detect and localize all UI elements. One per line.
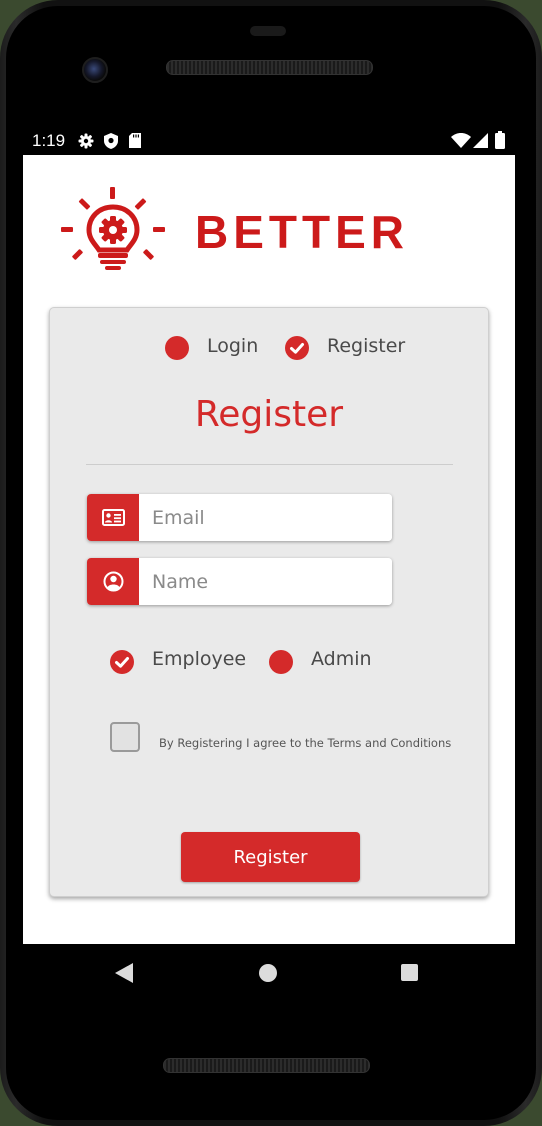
check-icon — [115, 657, 129, 668]
battery-icon — [495, 131, 505, 153]
name-field — [87, 558, 392, 605]
terms-label[interactable]: By Registering I agree to the Terms and … — [159, 736, 451, 750]
login-radio[interactable] — [165, 336, 189, 360]
brand-logo: BETTER — [59, 187, 469, 273]
email-input[interactable] — [139, 494, 392, 541]
title-divider — [86, 464, 453, 465]
bottom-speaker — [163, 1058, 370, 1073]
register-card: Login Register Register Email Name Emplo… — [49, 307, 489, 897]
mode-toggle: Login Register — [50, 334, 488, 364]
top-sensor — [250, 26, 286, 36]
app-screen: BETTER Login Register Register Email Nam… — [23, 155, 515, 944]
wifi-icon — [451, 133, 471, 152]
shield-icon — [104, 133, 118, 153]
sd-card-icon — [129, 133, 141, 152]
name-field-icon-box — [87, 558, 139, 605]
home-icon[interactable] — [259, 964, 277, 982]
recents-icon[interactable] — [401, 964, 418, 981]
status-time: 1:19 — [32, 131, 66, 150]
top-speaker — [166, 60, 373, 75]
role-selector: Employee Admin — [50, 648, 488, 678]
register-radio-label[interactable]: Register — [327, 335, 405, 357]
register-radio[interactable] — [285, 336, 309, 360]
terms-row: By Registering I agree to the Terms and … — [50, 720, 488, 756]
name-input[interactable] — [139, 558, 392, 605]
lightbulb-gear-icon — [61, 187, 165, 270]
email-field — [87, 494, 392, 541]
phone-frame: 1:19 BETTER Login Register Register Emai… — [0, 0, 542, 1126]
register-button[interactable]: Register — [181, 832, 360, 882]
user-icon — [103, 571, 124, 592]
terms-checkbox[interactable] — [110, 722, 140, 752]
login-radio-label[interactable]: Login — [207, 335, 258, 357]
signal-icon — [473, 133, 488, 152]
brand-name: BETTER — [195, 206, 409, 258]
check-icon — [290, 343, 304, 354]
front-camera — [82, 57, 108, 83]
settings-icon — [78, 133, 94, 153]
id-card-icon — [102, 509, 125, 526]
employee-radio[interactable] — [110, 650, 134, 674]
form-title: Register — [194, 394, 344, 435]
admin-radio-label[interactable]: Admin — [311, 648, 372, 670]
back-icon[interactable] — [115, 963, 133, 987]
system-nav-bar — [23, 944, 515, 1004]
email-field-icon-box — [87, 494, 139, 541]
admin-radio[interactable] — [269, 650, 293, 674]
status-bar: 1:19 — [23, 127, 515, 155]
employee-radio-label[interactable]: Employee — [152, 648, 246, 670]
